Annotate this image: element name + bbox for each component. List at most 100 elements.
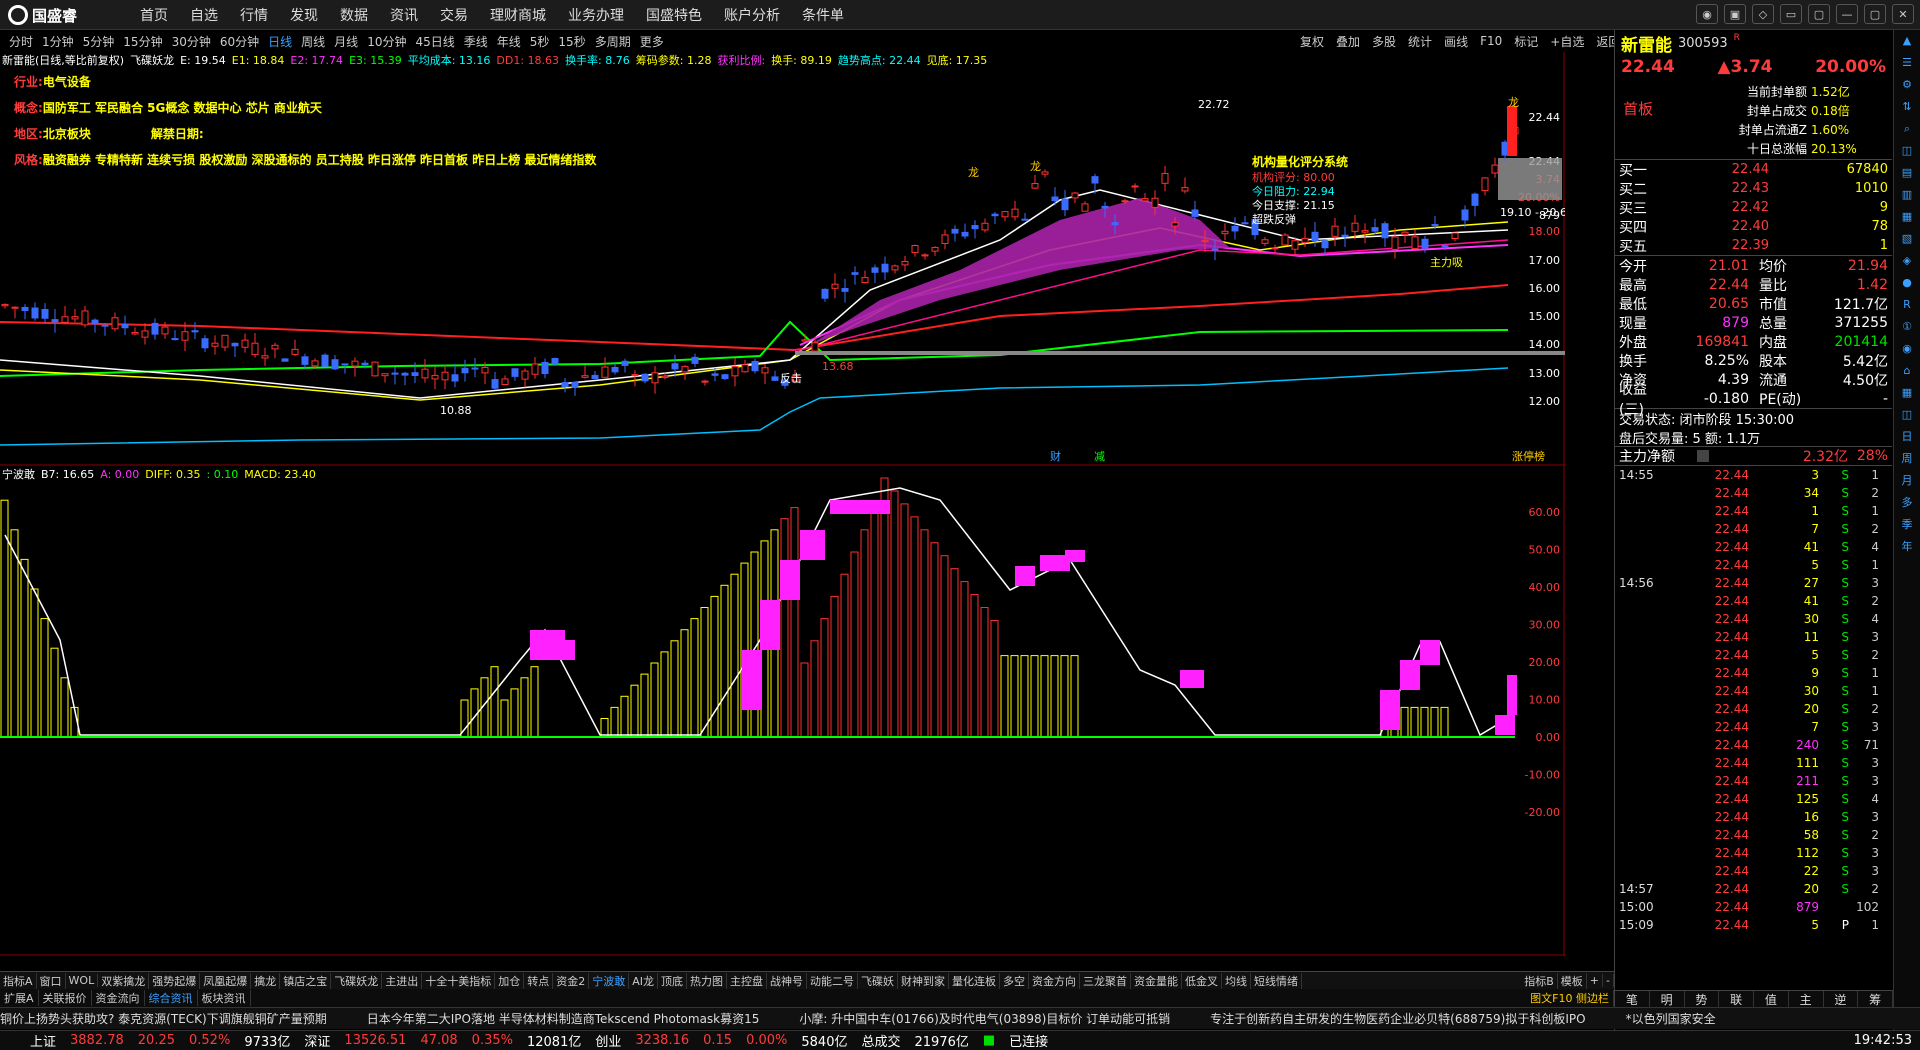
panel-tab[interactable]: 值 bbox=[1754, 991, 1789, 1008]
menu-item[interactable]: 数据 bbox=[340, 5, 368, 25]
period-7[interactable]: 周线 bbox=[301, 33, 325, 50]
indicator-tab[interactable]: 镇店之宝 bbox=[280, 972, 332, 989]
chart-tool-button[interactable]: 统计 bbox=[1408, 33, 1432, 50]
indicator-tab-right[interactable]: - bbox=[1603, 974, 1614, 987]
period-3[interactable]: 15分钟 bbox=[123, 33, 162, 50]
indicator-tab[interactable]: 顶底 bbox=[658, 972, 687, 989]
info-tab[interactable]: 扩展A bbox=[0, 990, 39, 1006]
indicator-tab[interactable]: 转点 bbox=[524, 972, 554, 989]
side-tool-icon[interactable]: ⇅ bbox=[1894, 96, 1920, 118]
period-1[interactable]: 1分钟 bbox=[42, 33, 74, 50]
window-button-icon[interactable]: ▣ bbox=[1724, 4, 1746, 24]
period-6[interactable]: 日线 bbox=[268, 33, 292, 50]
kline-chart[interactable]: 新雷能(日线,等比前复权) 飞碟妖龙 E: 19.54 E1: 18.84 E2: 17… bbox=[0, 52, 1565, 956]
chart-tool-button[interactable]: 复权 bbox=[1300, 33, 1324, 50]
period-11[interactable]: 季线 bbox=[464, 33, 488, 50]
info-tab[interactable]: 资金流向 bbox=[92, 990, 145, 1006]
info-tab[interactable]: 板块资讯 bbox=[198, 990, 251, 1006]
indicator-tab[interactable]: 窗口 bbox=[37, 972, 66, 989]
indicator-tab[interactable]: 飞碟妖 bbox=[858, 972, 898, 989]
indicator-tab[interactable]: 资金量能 bbox=[1131, 972, 1182, 989]
indicator-tab[interactable]: 热力图 bbox=[687, 972, 727, 989]
panel-tab[interactable]: 势 bbox=[1685, 991, 1720, 1008]
news-item[interactable]: 铜价上扬势头获助攻? 泰克资源(TECK)下调旗舰铜矿产量预期 bbox=[0, 1010, 327, 1027]
indicator-tab[interactable]: 擒龙 bbox=[251, 972, 281, 989]
menu-item[interactable]: 账户分析 bbox=[724, 5, 780, 25]
news-item[interactable]: *以色列国家安全 bbox=[1626, 1010, 1716, 1027]
indicator-tab[interactable]: 宁波敢 bbox=[589, 972, 630, 989]
side-tool-icon[interactable]: ▦ bbox=[1894, 382, 1920, 404]
side-tool-icon[interactable]: ⌂ bbox=[1894, 360, 1920, 382]
indicator-tab[interactable]: 飞碟妖龙 bbox=[331, 972, 383, 989]
window-button-icon[interactable]: ◇ bbox=[1752, 4, 1774, 24]
chart-tool-button[interactable]: 多股 bbox=[1372, 33, 1396, 50]
side-tool-icon[interactable]: ⚙ bbox=[1894, 74, 1920, 96]
menu-item[interactable]: 交易 bbox=[440, 5, 468, 25]
indicator-tab[interactable]: 战神号 bbox=[767, 972, 807, 989]
news-item[interactable]: 小摩: 升中国中车(01766)及时代电气(03898)目标价 订单动能可抵销 bbox=[799, 1010, 1170, 1027]
indicator-tab[interactable]: 主控盘 bbox=[727, 972, 767, 989]
chart-tool-button[interactable]: +自选 bbox=[1550, 33, 1584, 50]
indicator-tab[interactable]: 指标A bbox=[0, 972, 37, 989]
period-4[interactable]: 30分钟 bbox=[172, 33, 211, 50]
panel-tab[interactable]: 明 bbox=[1650, 991, 1685, 1008]
indicator-tab-right[interactable]: 模板 bbox=[1558, 972, 1587, 989]
side-tool-icon[interactable]: ▧ bbox=[1894, 228, 1920, 250]
chart-tool-button[interactable]: 标记 bbox=[1514, 33, 1538, 50]
side-tool-icon[interactable]: 季 bbox=[1894, 514, 1920, 536]
window-button-icon[interactable]: ▭ bbox=[1780, 4, 1802, 24]
chart-tool-button[interactable]: 画线 bbox=[1444, 33, 1468, 50]
indicator-tab[interactable]: 财神到家 bbox=[898, 972, 949, 989]
side-tool-icon[interactable]: ◫ bbox=[1894, 404, 1920, 426]
menu-item[interactable]: 资讯 bbox=[390, 5, 418, 25]
indicator-tab[interactable]: 动能二号 bbox=[807, 972, 858, 989]
side-tool-icon[interactable]: R bbox=[1894, 294, 1920, 316]
indicator-tab[interactable]: AI龙 bbox=[629, 972, 658, 989]
side-tool-icon[interactable]: ▦ bbox=[1894, 206, 1920, 228]
news-item[interactable]: 日本今年第二大IPO落地 半导体材料制造商Tekscend Photomask募… bbox=[367, 1010, 760, 1027]
side-tool-icon[interactable]: ▤ bbox=[1894, 162, 1920, 184]
side-tool-icon[interactable]: ▥ bbox=[1894, 184, 1920, 206]
side-tool-icon[interactable]: ◉ bbox=[1894, 338, 1920, 360]
menu-item[interactable]: 理财商城 bbox=[490, 5, 546, 25]
menu-item[interactable]: 条件单 bbox=[802, 5, 844, 25]
period-2[interactable]: 5分钟 bbox=[83, 33, 115, 50]
side-tool-icon[interactable]: ⌕ bbox=[1894, 118, 1920, 140]
side-tool-icon[interactable]: ◫ bbox=[1894, 140, 1920, 162]
indicator-tab-right[interactable]: 指标B bbox=[1521, 972, 1558, 989]
menu-item[interactable]: 自选 bbox=[190, 5, 218, 25]
menu-item[interactable]: 首页 bbox=[140, 5, 168, 25]
window-button-icon[interactable]: — bbox=[1836, 4, 1858, 24]
chart-tool-button[interactable]: 叠加 bbox=[1336, 33, 1360, 50]
panel-tab[interactable]: 联 bbox=[1719, 991, 1754, 1008]
indicator-tab[interactable]: 量化连板 bbox=[949, 972, 1000, 989]
side-tool-icon[interactable]: 月 bbox=[1894, 470, 1920, 492]
panel-tab[interactable]: 逆 bbox=[1824, 991, 1859, 1008]
period-0[interactable]: 分时 bbox=[9, 33, 33, 50]
f10-sidebar-link[interactable]: 图文F10 侧边栏 bbox=[1526, 990, 1614, 1006]
menu-item[interactable]: 国盛特色 bbox=[646, 5, 702, 25]
indicator-tab[interactable]: 多空 bbox=[1000, 972, 1029, 989]
indicator-tab[interactable]: 凤凰起爆 bbox=[200, 972, 252, 989]
indicator-tab[interactable]: 短线情绪 bbox=[1251, 972, 1302, 989]
news-item[interactable]: 专注于创新药自主研发的生物医药企业必贝特(688759)拟于科创板IPO bbox=[1210, 1010, 1585, 1027]
side-tool-icon[interactable]: ◈ bbox=[1894, 250, 1920, 272]
indicator-tab[interactable]: 双紫擒龙 bbox=[98, 972, 150, 989]
indicator-tab[interactable]: 强势起爆 bbox=[149, 972, 201, 989]
panel-tab[interactable]: 筹 bbox=[1858, 991, 1893, 1008]
window-button-icon[interactable]: ▢ bbox=[1864, 4, 1886, 24]
side-tool-icon[interactable]: ● bbox=[1894, 272, 1920, 294]
period-14[interactable]: 15秒 bbox=[558, 33, 585, 50]
period-10[interactable]: 45日线 bbox=[415, 33, 454, 50]
indicator-tab-right[interactable]: + bbox=[1587, 974, 1604, 987]
indicator-tab[interactable]: 资金方向 bbox=[1029, 972, 1080, 989]
indicator-tab[interactable]: 低金叉 bbox=[1182, 972, 1222, 989]
info-tab[interactable]: 综合资讯 bbox=[145, 990, 198, 1006]
indicator-tab[interactable]: 均线 bbox=[1222, 972, 1251, 989]
indicator-tab[interactable]: 资金2 bbox=[553, 972, 590, 989]
window-button-icon[interactable]: ✕ bbox=[1892, 4, 1914, 24]
period-12[interactable]: 年线 bbox=[497, 33, 521, 50]
tick-list[interactable]: 14:55 22.44 3 S 1 22.44 34 S 2 22.44 1 S 1 22.44 7 S 2 22… bbox=[1615, 466, 1892, 934]
menu-item[interactable]: 发现 bbox=[290, 5, 318, 25]
side-tool-icon[interactable]: 周 bbox=[1894, 448, 1920, 470]
